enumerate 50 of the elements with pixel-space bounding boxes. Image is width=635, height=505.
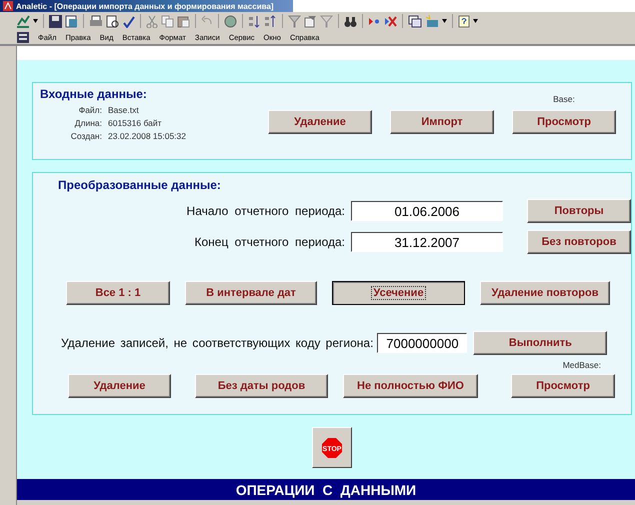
spellcheck-icon[interactable]: [122, 14, 135, 28]
document-icon[interactable]: [65, 14, 78, 28]
field-label: Конец отчетного периода:: [194, 235, 345, 249]
mode-button[interactable]: В интервале дат: [185, 281, 317, 305]
clipboard-icon[interactable]: [177, 14, 190, 28]
date-field[interactable]: 31.12.2007: [351, 232, 503, 252]
run-button[interactable]: Выполнить: [473, 331, 608, 355]
field-value: Base.txt: [108, 105, 140, 115]
window-icon[interactable]: [408, 14, 422, 28]
section-heading: Входные данные:: [40, 87, 148, 101]
action-button[interactable]: Без даты родов: [195, 374, 328, 398]
sort-ascending-icon[interactable]: [248, 14, 261, 28]
footer-title: ОПЕРАЦИИ С ДАННЫМИ: [236, 482, 416, 498]
delete-record-icon[interactable]: [384, 14, 397, 28]
printer-icon[interactable]: [89, 14, 103, 28]
date-field[interactable]: 01.06.2006: [351, 201, 503, 221]
caret-icon[interactable]: [473, 19, 478, 23]
chart-icon[interactable]: [16, 14, 30, 28]
app-icon: [3, 1, 13, 11]
caption: MedBase:: [562, 360, 601, 372]
section-heading: Преобразованные данные:: [58, 178, 222, 192]
action-button[interactable]: Просмотр: [511, 374, 615, 398]
preview-icon[interactable]: [106, 14, 119, 28]
action-button[interactable]: Удаление: [268, 110, 372, 134]
field-value: 6015316 байт: [108, 118, 162, 128]
window-title: Analetic - [Операции импорта данных и формирования массива]: [16, 2, 274, 10]
region-code-field[interactable]: 7000000000: [377, 333, 468, 353]
caret-icon[interactable]: [442, 19, 447, 23]
action-button[interactable]: Не полностью ФИО: [343, 374, 478, 398]
mode-button[interactable]: Все 1 : 1: [66, 281, 170, 305]
field-label: Длина:: [74, 118, 102, 128]
field-label: Начало отчетного периода:: [186, 204, 345, 218]
binoculars-icon[interactable]: [344, 14, 357, 28]
action-button[interactable]: Просмотр: [512, 110, 616, 134]
action-button[interactable]: Без повторов: [527, 230, 631, 254]
sort-descending-icon[interactable]: [264, 14, 277, 28]
caret-icon[interactable]: [33, 19, 38, 23]
help-icon[interactable]: [458, 14, 470, 28]
field-label: Создан:: [70, 131, 102, 141]
field-label: Удаление записей, не соответствующих коду региона:: [61, 336, 374, 350]
action-button[interactable]: Удаление: [68, 374, 171, 398]
mode-button[interactable]: Удаление повторов: [480, 281, 610, 305]
action-button[interactable]: Повторы: [527, 199, 631, 223]
form-filter-icon[interactable]: [304, 14, 317, 28]
form-icon[interactable]: [17, 32, 29, 42]
mode-button[interactable]: Усечение: [332, 281, 465, 305]
field-label: Файл:: [78, 105, 102, 115]
action-button[interactable]: Импорт: [390, 110, 494, 134]
field-value: 23.02.2008 15:05:32: [108, 131, 186, 141]
caption: Base:: [553, 94, 575, 104]
